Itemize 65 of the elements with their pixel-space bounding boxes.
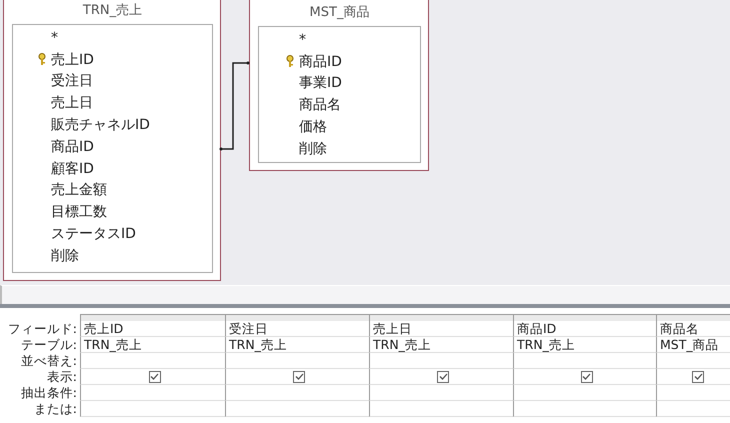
table-cell[interactable]: MST_商品: [656, 337, 730, 353]
table-cell[interactable]: TRN_売上: [513, 337, 656, 353]
field-name[interactable]: 売上ID: [51, 50, 94, 69]
table-title: MST_商品: [308, 4, 370, 22]
field-name[interactable]: 販売チャネルID: [51, 116, 150, 134]
field-cell[interactable]: 商品ID: [513, 321, 656, 337]
field-name[interactable]: ステータスID: [51, 225, 136, 244]
field-name[interactable]: 事業ID: [299, 74, 342, 92]
field-name[interactable]: 売上金額: [51, 181, 107, 200]
field-cell[interactable]: 受注日: [225, 321, 369, 337]
table-window[interactable]: MST_商品 * 商品ID 事業ID 商品名 価格 削除: [249, 0, 429, 171]
table-cell[interactable]: TRN_売上: [80, 337, 225, 353]
key-icon: [286, 55, 294, 68]
empty-cell[interactable]: [369, 401, 513, 417]
empty-cell[interactable]: [513, 385, 656, 401]
empty-cell[interactable]: [369, 353, 513, 369]
empty-cell[interactable]: [513, 353, 656, 369]
empty-cell[interactable]: [513, 401, 656, 417]
table-window[interactable]: TRN_売上 * 売上ID 受注日 売上日 販売チャネルID 商品ID 顧客ID 売上金額 目標工数 ステータスID 削除: [3, 0, 221, 281]
empty-cell[interactable]: [225, 385, 369, 401]
field-cell[interactable]: 売上ID: [80, 321, 225, 337]
field-name[interactable]: 価格: [299, 118, 327, 136]
column-selector[interactable]: [513, 314, 656, 321]
show-checkbox[interactable]: [580, 370, 592, 382]
key-icon: [38, 53, 46, 66]
row-label: 抽出条件:: [20, 385, 78, 401]
empty-cell[interactable]: [225, 353, 369, 369]
field-name[interactable]: 受注日: [51, 72, 93, 90]
column-selector[interactable]: [80, 314, 225, 321]
row-label: 並べ替え:: [20, 353, 78, 369]
field-name[interactable]: 売上日: [51, 94, 93, 112]
empty-cell[interactable]: [656, 401, 730, 417]
field-name[interactable]: 削除: [299, 140, 327, 158]
field-name[interactable]: 商品ID: [299, 52, 342, 71]
show-checkbox[interactable]: [293, 370, 305, 382]
show-checkbox[interactable]: [437, 370, 449, 382]
row-label: 表示:: [46, 369, 78, 385]
field-name[interactable]: 顧客ID: [51, 160, 94, 178]
empty-cell[interactable]: [80, 353, 225, 369]
empty-cell[interactable]: [80, 385, 225, 401]
field-name[interactable]: 目標工数: [51, 203, 107, 222]
show-checkbox[interactable]: [148, 370, 160, 382]
column-selector[interactable]: [656, 314, 730, 321]
show-checkbox[interactable]: [692, 370, 704, 382]
table-cell[interactable]: TRN_売上: [369, 337, 513, 353]
field-name[interactable]: *: [51, 30, 58, 46]
field-name[interactable]: 削除: [51, 246, 79, 265]
column-selector[interactable]: [225, 314, 369, 321]
empty-cell[interactable]: [656, 353, 730, 369]
row-label: または:: [32, 401, 78, 417]
table-cell[interactable]: TRN_売上: [225, 337, 369, 353]
field-cell[interactable]: 商品名: [656, 321, 730, 337]
field-cell[interactable]: 売上日: [369, 321, 513, 337]
table-title: TRN_売上: [82, 2, 144, 20]
column-selector[interactable]: [369, 314, 513, 321]
empty-cell[interactable]: [225, 401, 369, 417]
empty-cell[interactable]: [656, 385, 730, 401]
field-name[interactable]: 商品ID: [51, 138, 94, 156]
empty-cell[interactable]: [369, 385, 513, 401]
field-name[interactable]: 商品名: [299, 96, 341, 114]
empty-cell[interactable]: [80, 401, 225, 417]
field-name[interactable]: *: [299, 32, 306, 48]
row-label: テーブル:: [20, 337, 78, 353]
row-label: フィールド:: [6, 321, 78, 337]
scrollbar[interactable]: [0, 285, 730, 304]
